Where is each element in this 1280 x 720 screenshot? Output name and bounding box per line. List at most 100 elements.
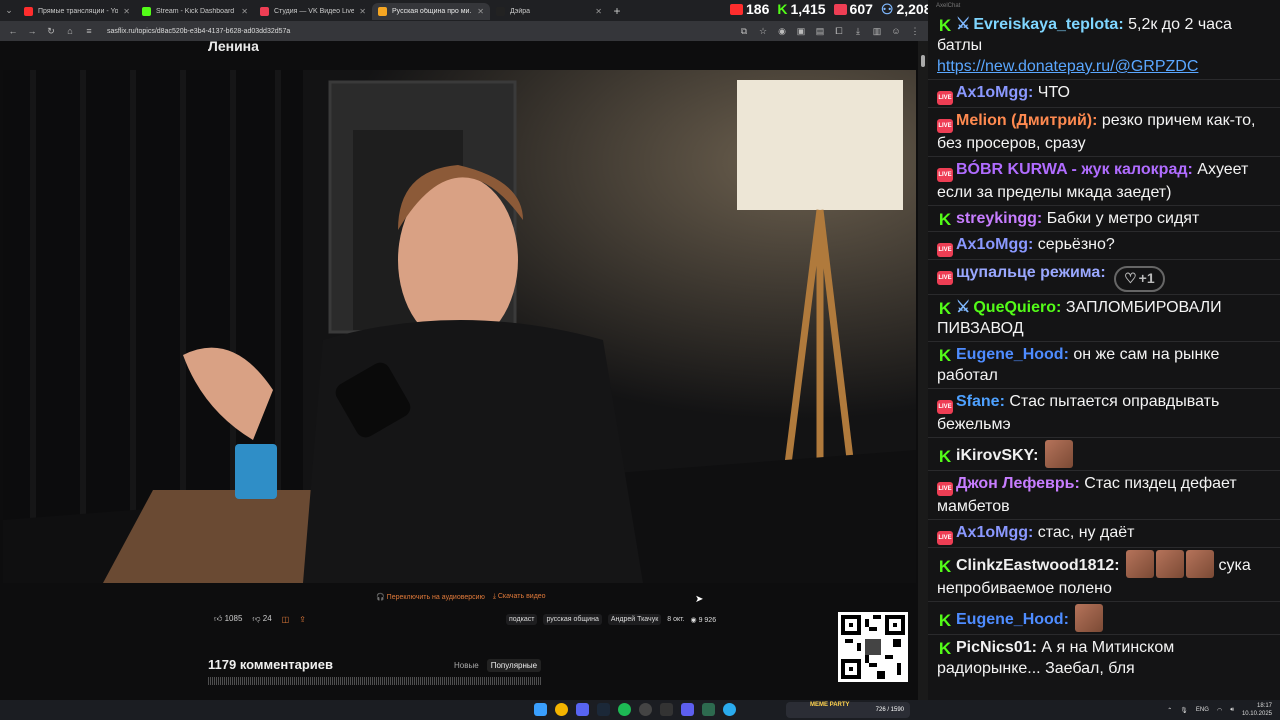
video-tags: подкаст русская община Андрей Ткачук 8 о… xyxy=(506,614,716,625)
extension-icon[interactable]: ▤ xyxy=(815,26,825,37)
menu-icon[interactable]: ⋮ xyxy=(910,26,920,37)
chat-header: AxelChat xyxy=(936,3,961,9)
chat-username[interactable]: streykingg xyxy=(956,210,1037,227)
video-player[interactable] xyxy=(3,70,916,583)
spotify-icon[interactable] xyxy=(618,703,631,716)
chrome-icon[interactable] xyxy=(555,703,568,716)
chat-username[interactable]: Ax1oMgg xyxy=(956,236,1028,253)
chat-text: стас, ну даёт xyxy=(1037,523,1135,541)
tray-chevron-icon[interactable]: ⌃ xyxy=(1167,707,1172,714)
kick-icon: K xyxy=(938,610,952,630)
sort-popular-tab[interactable]: Популярные xyxy=(486,659,542,672)
browser-tab[interactable]: Прямые трансляции - YouTube ✕ xyxy=(18,3,136,20)
sort-new-tab[interactable]: Новые xyxy=(450,659,483,672)
app-icon[interactable] xyxy=(702,703,715,716)
telegram-icon[interactable] xyxy=(723,703,736,716)
chat-username[interactable]: iKirovSKY xyxy=(956,447,1033,464)
chat-username[interactable]: Eugene_Hood xyxy=(956,611,1064,628)
tab-favicon-icon xyxy=(260,7,269,16)
tag-author[interactable]: Андрей Ткачук xyxy=(607,614,662,625)
tab-close-icon[interactable]: ✕ xyxy=(477,7,484,16)
extensions-puzzle-icon[interactable]: ⧠ xyxy=(834,26,844,37)
microphone-icon[interactable]: 🎙︎ xyxy=(1180,707,1188,714)
chat-username[interactable]: Ax1oMgg xyxy=(956,84,1028,101)
chat-colon: : xyxy=(1187,161,1198,178)
new-tab-button[interactable]: + xyxy=(608,4,626,18)
bookmark-star-icon[interactable]: ☆ xyxy=(758,26,768,37)
download-video-label: Скачать видео xyxy=(497,593,546,600)
chat-emote-icon xyxy=(1044,439,1073,468)
reload-icon[interactable]: ↻ xyxy=(46,26,56,37)
tab-close-icon[interactable]: ✕ xyxy=(241,7,248,16)
chat-colon: : xyxy=(1114,556,1125,574)
browser-tab[interactable]: Дэйра ✕ xyxy=(490,3,608,20)
chat-username[interactable]: Eugene_Hood xyxy=(956,346,1064,363)
chat-message: LIVE Ax1oMgg: ЧТО xyxy=(928,79,1280,107)
chat-link[interactable]: https://new.donatepay.ru/@GRPZDC xyxy=(937,58,1198,75)
like-button[interactable]: 👍︎ 1085 xyxy=(214,614,242,624)
home-icon[interactable]: ⌂ xyxy=(65,26,75,36)
total-viewer-count: 2,208 xyxy=(896,1,932,17)
download-icon[interactable]: ⤓ xyxy=(853,26,863,37)
share-icon[interactable]: ⇪ xyxy=(299,615,306,624)
chat-message: LIVE Ax1oMgg: стас, ну даёт xyxy=(928,518,1280,547)
views: ◉ 9 926 xyxy=(691,616,717,624)
bookmark-icon[interactable]: ◫ xyxy=(282,615,290,624)
language-indicator[interactable]: ENG xyxy=(1196,707,1209,713)
site-info-icon[interactable]: ≡ xyxy=(84,26,94,36)
clock[interactable]: 18:17 10.10.2025 xyxy=(1242,702,1272,718)
download-video-link[interactable]: ⤓ Скачать видео xyxy=(493,593,546,601)
tab-favicon-icon xyxy=(24,7,33,16)
chat-username[interactable]: Sfane xyxy=(956,393,1000,410)
dislike-button[interactable]: 👎︎ 24 xyxy=(252,614,271,624)
back-icon[interactable]: ← xyxy=(8,26,18,36)
chat-message: K ⚔ QueQuiero: ЗАПЛОМБИРОВАЛИ ПИВЗАВОД xyxy=(928,293,1280,341)
thumb-down-icon: 👎︎ xyxy=(252,614,261,623)
steam-icon[interactable] xyxy=(597,703,610,716)
tag-russian-community[interactable]: русская община xyxy=(543,614,602,625)
vk-viewer-count: 607 xyxy=(849,1,873,17)
chat-username[interactable]: Ax1oMgg xyxy=(956,524,1028,541)
tag-podcast[interactable]: подкаст xyxy=(506,614,538,625)
app-icon[interactable] xyxy=(681,703,694,716)
chat-username[interactable]: Джон Лефеврь xyxy=(956,475,1074,492)
chat-colon: : xyxy=(1031,638,1042,656)
browser-tab[interactable]: Русская община про ми... ✕ xyxy=(372,3,490,20)
wifi-icon[interactable]: ◠ xyxy=(1217,707,1222,714)
tab-search-icon[interactable]: ⌄ xyxy=(0,0,18,21)
switch-audio-link[interactable]: 🎧 Переключить на аудиоверсию xyxy=(376,593,485,601)
scrollbar-thumb[interactable] xyxy=(921,55,925,67)
browser-tab[interactable]: Студия — VK Видео Live ✕ xyxy=(254,3,372,20)
extension-icon[interactable]: ◉ xyxy=(777,26,787,37)
chat-username[interactable]: Melion (Дмитрий) xyxy=(956,112,1092,129)
profile-icon[interactable]: ☺ xyxy=(891,26,901,36)
reaction-bar: 👍︎ 1085 👎︎ 24 ◫ ⇪ xyxy=(214,614,306,624)
chat-username[interactable]: Evreiskaya_teplota xyxy=(973,16,1118,33)
extension-icon[interactable]: ▣ xyxy=(796,26,806,37)
page-scrollbar[interactable] xyxy=(918,41,928,700)
chat-message: K PicNics01: А я на Митинском радиорынке.… xyxy=(928,633,1280,681)
chat-username[interactable]: QueQuiero xyxy=(973,299,1056,316)
tab-close-icon[interactable]: ✕ xyxy=(359,7,366,16)
comment-input[interactable] xyxy=(208,677,542,685)
obs-icon[interactable] xyxy=(639,703,652,716)
chat-username[interactable]: BÓBR KURWA - жук калокрад xyxy=(956,161,1188,178)
browser-tab[interactable]: Stream - Kick Dashboard ✕ xyxy=(136,3,254,20)
split-view-icon[interactable]: ▥ xyxy=(872,26,882,37)
vk-live-icon: LIVE xyxy=(937,481,953,496)
tab-close-icon[interactable]: ✕ xyxy=(595,7,602,16)
install-app-icon[interactable]: ⧉ xyxy=(739,26,749,37)
start-icon[interactable] xyxy=(534,703,547,716)
tab-close-icon[interactable]: ✕ xyxy=(123,7,130,16)
qr-code xyxy=(838,612,908,682)
chat-username[interactable]: ClinkzEastwood1812 xyxy=(956,557,1114,574)
chat-colon: : xyxy=(1092,112,1102,129)
chat-username[interactable]: щупальце режима xyxy=(956,264,1100,281)
volume-icon[interactable]: 🔊︎ xyxy=(1230,707,1234,714)
forward-icon[interactable]: → xyxy=(27,26,37,36)
eye-icon: ◉ xyxy=(690,616,697,624)
chat-username[interactable]: PicNics01 xyxy=(956,639,1032,656)
app-icon[interactable] xyxy=(660,703,673,716)
discord-icon[interactable] xyxy=(576,703,589,716)
address-bar-url[interactable]: sasflix.ru/topics/d8ac520b-e3b4-4137-b62… xyxy=(107,28,730,35)
